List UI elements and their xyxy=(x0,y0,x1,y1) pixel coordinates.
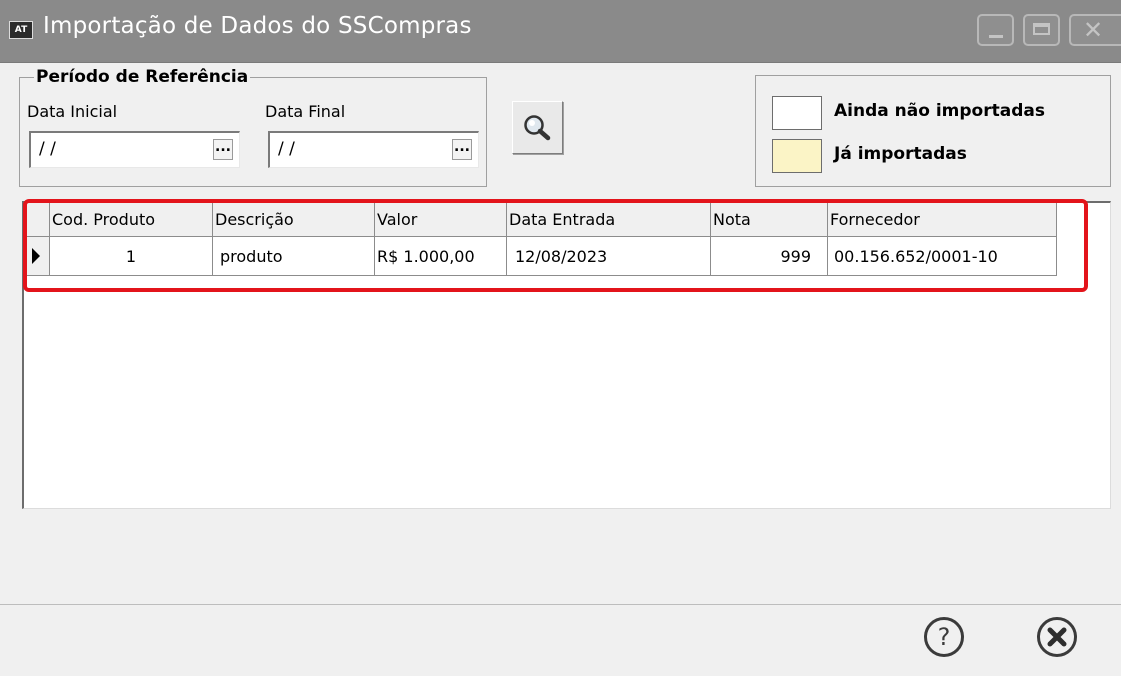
window-title: Importação de Dados do SSCompras xyxy=(43,13,472,39)
title-bar: AT Importação de Dados do SSCompras ✕ xyxy=(0,0,1121,63)
not-imported-label: Ainda não importadas xyxy=(834,101,1045,121)
highlight-annotation xyxy=(23,199,1088,292)
minimize-button[interactable] xyxy=(977,14,1014,46)
close-button[interactable] xyxy=(1037,617,1077,657)
start-date-field[interactable]: / / ... xyxy=(29,131,240,168)
end-date-label: Data Final xyxy=(265,102,346,121)
not-imported-swatch xyxy=(772,96,822,130)
imported-swatch xyxy=(772,139,822,173)
question-icon: ? xyxy=(937,623,951,651)
search-button[interactable] xyxy=(512,101,563,154)
close-window-button[interactable]: ✕ xyxy=(1069,14,1121,46)
magnifier-icon xyxy=(524,115,551,141)
imported-label: Já importadas xyxy=(834,144,967,164)
close-icon: ✕ xyxy=(1083,16,1104,44)
end-date-field[interactable]: / / ... xyxy=(268,131,479,168)
start-date-label: Data Inicial xyxy=(27,102,118,121)
close-circle-icon xyxy=(1047,627,1067,647)
end-date-value: / / xyxy=(278,139,295,159)
start-date-value: / / xyxy=(39,139,56,159)
help-button[interactable]: ? xyxy=(924,617,964,657)
app-icon: AT xyxy=(9,21,33,39)
period-title: Período de Referência xyxy=(34,67,251,87)
maximize-button[interactable] xyxy=(1023,14,1060,46)
end-date-picker-button[interactable]: ... xyxy=(452,139,472,160)
start-date-picker-button[interactable]: ... xyxy=(213,139,233,160)
